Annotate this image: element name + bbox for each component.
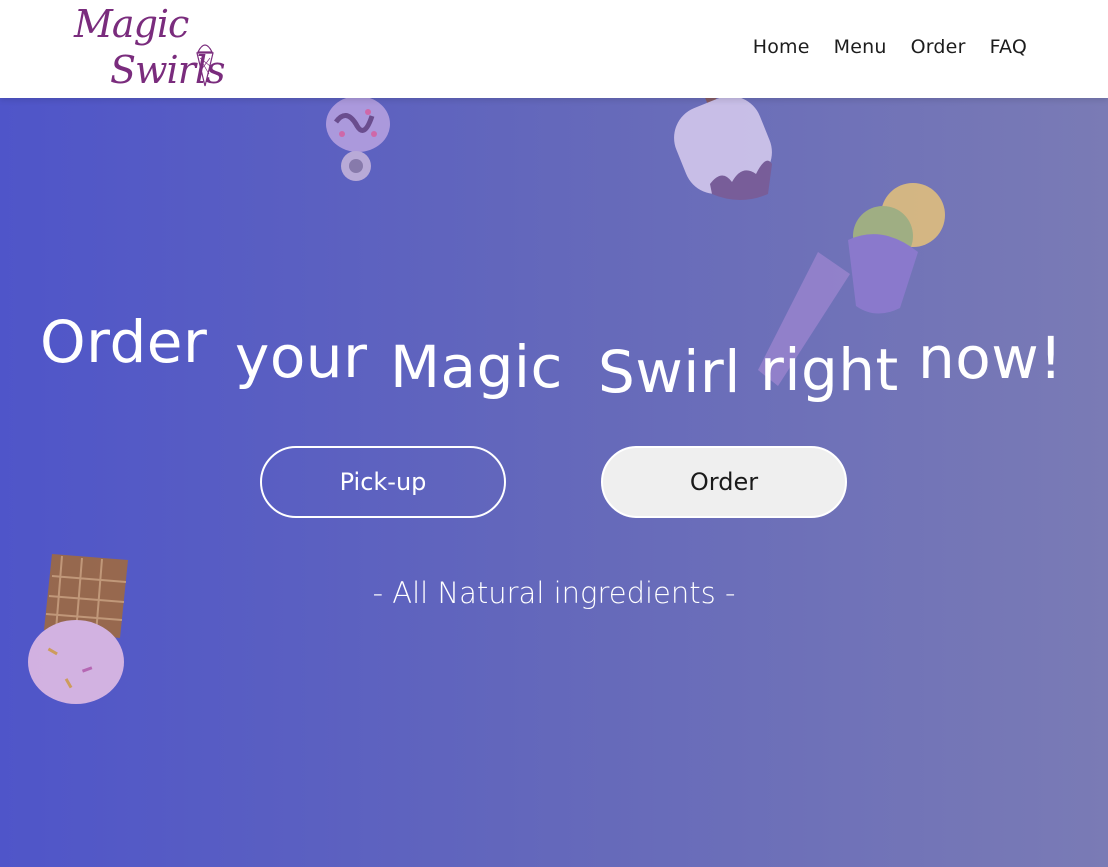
brand-logo[interactable]: Magic Swirls xyxy=(70,0,226,98)
nav-faq[interactable]: FAQ xyxy=(990,36,1027,58)
nav-home[interactable]: Home xyxy=(753,36,810,58)
main-nav: Home Menu Order FAQ xyxy=(753,36,1027,58)
ice-cream-cone-icon xyxy=(196,44,214,87)
headline-word: Swirl xyxy=(598,338,741,406)
headline-word: your xyxy=(235,323,368,391)
pickup-button[interactable]: Pick-up xyxy=(260,446,506,518)
hero-section: Order your Magic Swirl right now! Pick-u… xyxy=(0,98,1108,867)
donut-pop-icon xyxy=(326,98,390,181)
site-header: Magic Swirls Home Menu Order FAQ xyxy=(0,0,1108,98)
nav-menu[interactable]: Menu xyxy=(834,36,887,58)
headline-word: Order xyxy=(40,308,208,376)
tagline: - All Natural ingredients - xyxy=(372,576,736,610)
order-button[interactable]: Order xyxy=(601,446,847,518)
logo-text-magic: Magic xyxy=(74,2,189,46)
waffle-cone-icon xyxy=(28,554,128,704)
headline-word: Magic xyxy=(390,333,563,401)
nav-order[interactable]: Order xyxy=(911,36,966,58)
ice-cream-cup-icon xyxy=(758,183,945,386)
